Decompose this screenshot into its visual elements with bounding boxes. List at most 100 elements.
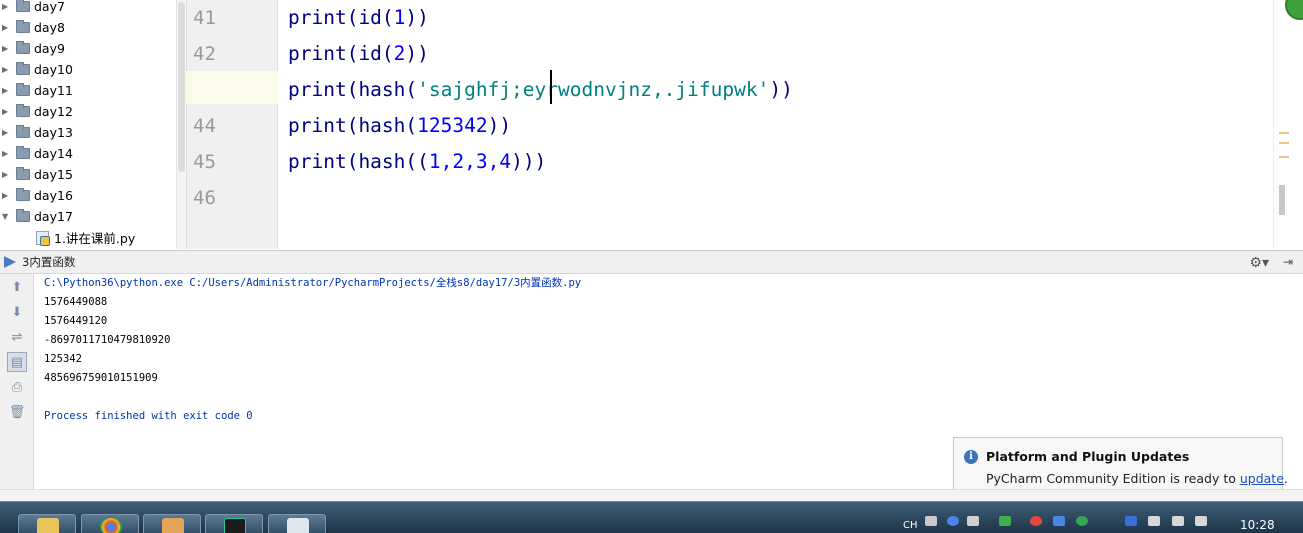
expand-arrow-icon[interactable]: ▶: [2, 170, 12, 179]
console-horizontal-scrollbar[interactable]: [0, 489, 1303, 501]
warning-marker[interactable]: [1279, 132, 1289, 134]
tree-folder-label: day11: [34, 83, 73, 98]
hide-panel-icon[interactable]: ⇥: [1283, 255, 1293, 269]
network-app-icon[interactable]: [1053, 516, 1065, 526]
gear-icon[interactable]: ⚙▾: [1249, 255, 1269, 271]
warning-marker[interactable]: [1279, 142, 1289, 144]
code-line[interactable]: print(id(2)): [288, 36, 429, 72]
warning-marker[interactable]: [1279, 156, 1289, 158]
tree-folder-day11[interactable]: ▶ day11: [0, 80, 73, 101]
number-literal: 1: [393, 6, 406, 29]
up-arrow-icon[interactable]: ⬆: [7, 277, 27, 297]
line-number-gutter: 414243444546: [186, 0, 278, 249]
tree-folder-day12[interactable]: ▶ day12: [0, 101, 73, 122]
collapse-arrow-icon[interactable]: ▼: [2, 212, 12, 221]
taskbar-chrome[interactable]: [81, 514, 139, 533]
code-line[interactable]: print(hash((1,2,3,4))): [288, 144, 546, 180]
taskbar-file-explorer[interactable]: [18, 514, 76, 533]
help-icon[interactable]: [947, 516, 959, 526]
run-icon: [4, 256, 16, 268]
code-closing: ))): [511, 150, 547, 173]
expand-arrow-icon[interactable]: ▶: [2, 191, 12, 200]
down-arrow-icon[interactable]: ⬇: [7, 302, 27, 322]
tree-folder-day14[interactable]: ▶ day14: [0, 143, 73, 164]
line-number: 44: [193, 115, 216, 137]
taskbar-window-app[interactable]: [268, 514, 326, 533]
tree-folder-day10[interactable]: ▶ day10: [0, 59, 73, 80]
battery-icon[interactable]: [999, 516, 1011, 526]
expand-arrow-icon[interactable]: ▶: [2, 86, 12, 95]
tree-folder-label: day15: [34, 167, 73, 182]
line-number: 42: [193, 43, 216, 65]
scroll-to-end-icon[interactable]: ▤: [7, 352, 27, 372]
editor-scrollbar-thumb[interactable]: [1279, 185, 1285, 215]
expand-arrow-icon[interactable]: ▶: [2, 23, 12, 32]
ime-indicator[interactable]: CH: [903, 520, 918, 531]
volume-icon[interactable]: [1195, 516, 1207, 526]
code-closing: )): [405, 6, 429, 29]
tree-file-item[interactable]: 1.讲在课前.py: [36, 227, 135, 248]
tree-folder-day13[interactable]: ▶ day13: [0, 122, 73, 143]
expand-arrow-icon[interactable]: ▶: [2, 107, 12, 116]
tree-folder-day16[interactable]: ▶ day16: [0, 185, 73, 206]
bluetooth-icon[interactable]: [1125, 516, 1137, 526]
folder-icon: [16, 209, 30, 222]
console-output-line: 485696759010151909: [44, 372, 158, 384]
tree-folder-day9[interactable]: ▶ day9: [0, 38, 65, 59]
folder-icon: [16, 62, 30, 75]
folder-icon: [16, 125, 30, 138]
info-icon: i: [964, 450, 978, 464]
notification-body: PyCharm Community Edition is ready to up…: [986, 471, 1288, 486]
error-stripe: [1273, 0, 1303, 249]
folder-icon: [16, 41, 30, 54]
tree-folder-day7[interactable]: ▶ day7: [0, 0, 65, 17]
code-line[interactable]: print(hash(125342)): [288, 108, 511, 144]
code-call: print(id(: [288, 42, 394, 65]
code-editor[interactable]: print(id(1)) print(id(2)) print(hash('sajg…: [278, 0, 1285, 249]
tree-folder-label: day10: [34, 62, 73, 77]
expand-arrow-icon[interactable]: ▶: [2, 44, 12, 53]
clock[interactable]: 10:28: [1240, 518, 1275, 532]
update-link[interactable]: update: [1240, 471, 1284, 486]
update-notification[interactable]: i Platform and Plugin Updates PyCharm Co…: [953, 437, 1288, 489]
code-call: print(hash(: [288, 78, 418, 101]
taskbar-user-app[interactable]: [143, 514, 201, 533]
settings-icon[interactable]: [967, 516, 979, 526]
folder-icon: [16, 167, 30, 180]
expand-arrow-icon[interactable]: ▶: [2, 2, 12, 11]
tree-folder-label: day8: [34, 20, 65, 35]
display-icon[interactable]: [1148, 516, 1160, 526]
wechat-icon[interactable]: [1076, 516, 1088, 526]
expand-arrow-icon[interactable]: ▶: [2, 149, 12, 158]
expand-arrow-icon[interactable]: ▶: [2, 65, 12, 74]
print-icon[interactable]: ⎙: [7, 377, 27, 397]
tree-folder-label: day13: [34, 125, 73, 140]
taskbar-pycharm[interactable]: [205, 514, 263, 533]
code-line[interactable]: print(hash('sajghfj;eyrwodnvjnz,.jifupwk…: [288, 72, 793, 108]
notification-body-tail: .: [1283, 471, 1288, 486]
tree-folder-day15[interactable]: ▶ day15: [0, 164, 73, 185]
code-closing: )): [769, 78, 793, 101]
line-number: 45: [193, 151, 216, 173]
tree-folder-label: day14: [34, 146, 73, 161]
notification-title: Platform and Plugin Updates: [986, 449, 1190, 464]
tree-folder-label: day16: [34, 188, 73, 203]
code-line[interactable]: print(id(1)): [288, 0, 429, 36]
project-tree: ▶ day7 ▶ day8 ▶ day9 ▶ day10 ▶ day11 ▶ day12 ▶ day13 ▶…: [0, 0, 186, 249]
string-literal: 'sajghfj;eyrwodnvjnz,.jifupwk': [417, 78, 770, 101]
keyboard-icon[interactable]: [925, 516, 937, 526]
tree-folder-day8[interactable]: ▶ day8: [0, 17, 65, 38]
tree-scrollbar[interactable]: [176, 0, 186, 249]
network-icon[interactable]: [1172, 516, 1184, 526]
security-icon[interactable]: [1030, 516, 1042, 526]
number-literal: 125342: [417, 114, 488, 137]
windows-taskbar: CH 10:28: [0, 501, 1303, 533]
tree-folder-label: day9: [34, 41, 65, 56]
console-output-line: 125342: [44, 353, 82, 365]
folder-icon: [16, 83, 30, 96]
tree-scrollbar-thumb[interactable]: [178, 2, 185, 172]
soft-wrap-icon[interactable]: ⇌: [7, 327, 27, 347]
expand-arrow-icon[interactable]: ▶: [2, 128, 12, 137]
tree-folder-day17[interactable]: ▼ day17: [0, 206, 73, 227]
trash-icon[interactable]: 🗑: [7, 402, 27, 422]
